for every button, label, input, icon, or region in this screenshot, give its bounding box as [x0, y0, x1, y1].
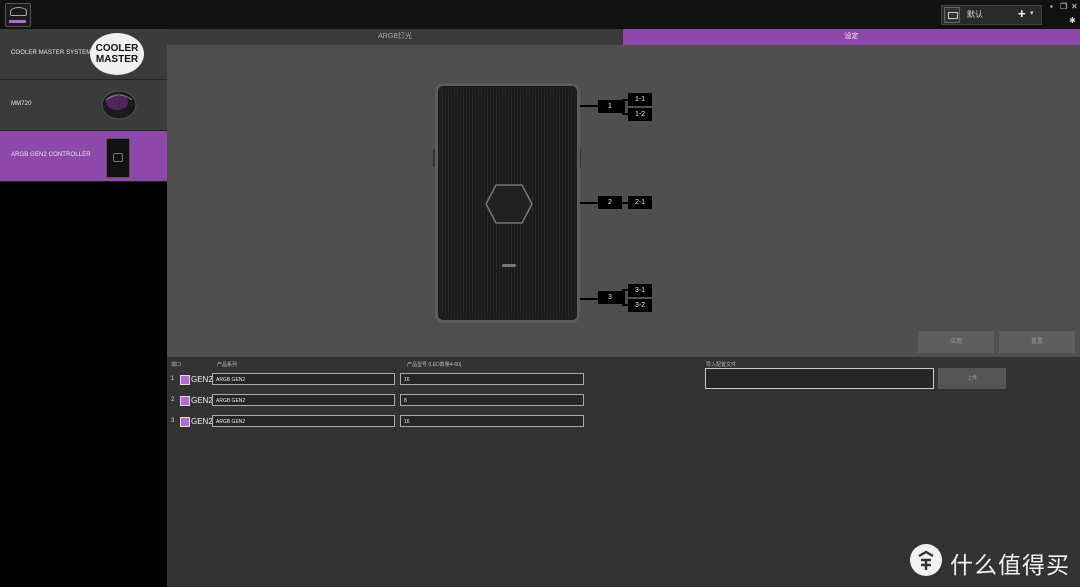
close-button[interactable]: ✕	[1071, 2, 1078, 11]
mouse-device-icon	[101, 90, 137, 120]
led-count-input[interactable]: 16	[400, 415, 584, 427]
device-sidebar: COOLER MASTER SYSTEM COOLER MASTER MM720…	[0, 29, 167, 587]
port-2-label[interactable]: 2	[598, 196, 622, 209]
argb-controller-image	[435, 83, 580, 323]
apply-button[interactable]: 应用	[918, 331, 994, 353]
led-count-input[interactable]: 8	[400, 394, 584, 406]
profile-name: 默认	[967, 10, 983, 19]
upload-button[interactable]: 上传	[938, 368, 1006, 389]
row-number: 1	[171, 376, 175, 382]
port-3-2-label[interactable]: 3-2	[628, 299, 652, 312]
color-swatch[interactable]	[180, 375, 190, 385]
color-swatch[interactable]	[180, 396, 190, 406]
cooler-master-logo: COOLER MASTER	[90, 33, 144, 75]
import-config-input[interactable]	[705, 368, 934, 389]
pin-icon[interactable]: ✱	[1069, 16, 1076, 25]
led-count-input[interactable]: 16	[400, 373, 584, 385]
watermark-logo-icon	[910, 544, 942, 576]
port-1-2-label[interactable]: 1-2	[628, 108, 652, 121]
port-2-1-label[interactable]: 2-1	[628, 196, 652, 209]
reset-button[interactable]: 重置	[999, 331, 1075, 353]
sidebar-item-label: ARGB GEN2 CONTROLLER	[11, 152, 91, 158]
port-3-label[interactable]: 3	[598, 291, 622, 304]
title-bar: 默认 + ▾ ▪ ❐ ✕ ✱	[0, 0, 1080, 29]
tab-settings[interactable]: 设定	[623, 29, 1080, 45]
gen-label: GEN2	[191, 375, 213, 384]
restore-button[interactable]: ❐	[1060, 2, 1067, 11]
led-indicator	[502, 264, 516, 267]
sidebar-item-argb-gen2-controller[interactable]: ARGB GEN2 CONTROLLER	[0, 131, 167, 182]
gen-label: GEN2	[191, 396, 213, 405]
series-select[interactable]: ARGB GEN2	[212, 373, 395, 385]
controller-device-icon	[106, 138, 130, 178]
port-1-1-label[interactable]: 1-1	[628, 93, 652, 106]
sidebar-item-label: MM720	[11, 101, 32, 107]
profile-selector[interactable]: 默认 + ▾	[941, 5, 1042, 25]
series-select[interactable]: ARGB GEN2	[212, 415, 395, 427]
add-profile-button[interactable]: +	[1018, 6, 1026, 21]
port-config-panel: 端口 产品系列 产品型号 (LED数量4-60) 导入配置文件 1 GEN2 A…	[167, 357, 1080, 587]
chevron-down-icon[interactable]: ▾	[1030, 9, 1034, 17]
sidebar-item-mm720[interactable]: MM720	[0, 80, 167, 131]
sidebar-item-cooler-master-system[interactable]: COOLER MASTER SYSTEM COOLER MASTER	[0, 29, 167, 80]
header-port: 端口	[171, 362, 182, 368]
device-diagram-panel: 1 1-1 1-2 2 2-1 3 3-1 3-2 应用 重置	[167, 45, 1080, 357]
profile-image-icon[interactable]	[944, 7, 960, 23]
gen-label: GEN2	[191, 417, 213, 426]
masterplus-logo-icon[interactable]	[5, 3, 31, 27]
tab-argb-lighting[interactable]: ARGB灯光	[167, 29, 623, 45]
row-number: 2	[171, 397, 175, 403]
sidebar-item-label: COOLER MASTER SYSTEM	[11, 50, 92, 56]
series-select[interactable]: ARGB GEN2	[212, 394, 395, 406]
hexagon-logo-icon	[485, 184, 533, 224]
row-number: 3	[171, 418, 175, 424]
color-swatch[interactable]	[180, 417, 190, 427]
header-series: 产品系列	[217, 362, 238, 368]
port-3-1-label[interactable]: 3-1	[628, 284, 652, 297]
header-model: 产品型号 (LED数量4-60)	[407, 362, 462, 368]
header-import: 导入配置文件	[706, 362, 737, 368]
port-1-label[interactable]: 1	[598, 100, 622, 113]
watermark-text: 什么值得买	[950, 553, 1070, 579]
tab-bar: ARGB灯光 设定	[167, 29, 1080, 45]
minimize-button[interactable]: ▪	[1050, 2, 1053, 11]
